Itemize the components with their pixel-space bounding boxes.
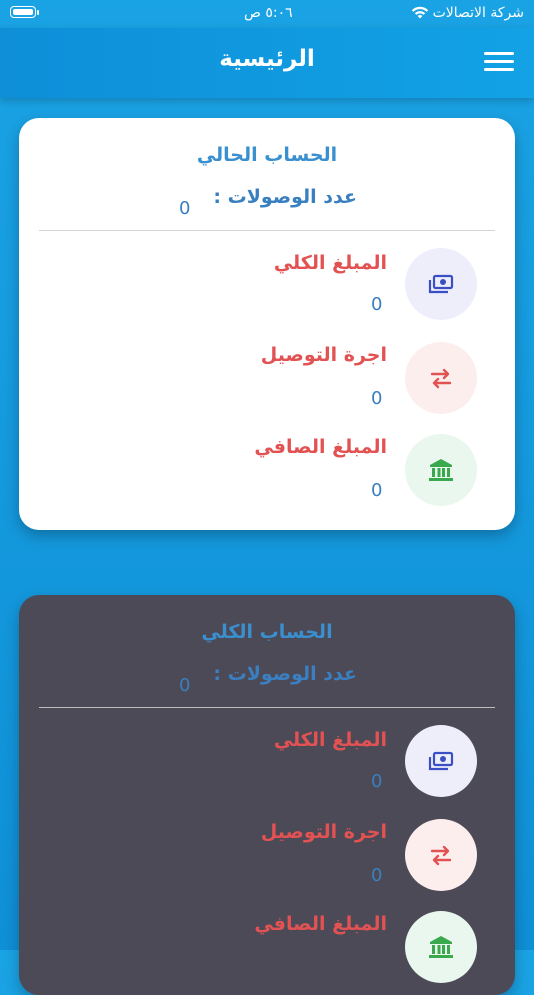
net-amount-label: المبلغ الصافي [254, 436, 387, 458]
current-account-card: الحساب الحالي عدد الوصولات : 0 المبلغ ال… [19, 118, 515, 530]
card-title: الحساب الحالي [196, 144, 338, 166]
page-title: الرئيسية [219, 46, 315, 72]
total-amount-label: المبلغ الكلي [273, 252, 387, 274]
wifi-icon [410, 4, 430, 24]
bank-icon [405, 434, 477, 506]
battery-icon [10, 6, 36, 18]
divider [39, 707, 495, 708]
money-icon [405, 725, 477, 797]
total-amount-label: المبلغ الكلي [273, 729, 387, 751]
net-amount-label: المبلغ الصافي [254, 913, 387, 935]
net-amount-value: 0 [371, 480, 383, 501]
receipts-count-value: 0 [179, 198, 191, 219]
total-amount-value: 0 [371, 294, 383, 315]
divider [39, 230, 495, 231]
status-bar: شركة الاتصالات ٥:٠٦ ص [0, 0, 534, 28]
transfer-icon [405, 342, 477, 414]
menu-icon-bar [484, 52, 514, 55]
menu-icon-bar [484, 60, 514, 63]
app-header: الرئيسية [0, 28, 534, 98]
total-account-card: الحساب الكلي عدد الوصولات : 0 المبلغ الك… [19, 595, 515, 995]
transfer-icon [405, 819, 477, 891]
delivery-fee-value: 0 [371, 865, 383, 886]
delivery-fee-label: اجرة التوصيل [260, 344, 387, 366]
menu-button[interactable] [484, 50, 514, 74]
receipts-count-label: عدد الوصولات : [213, 663, 357, 685]
receipts-count-label: عدد الوصولات : [213, 186, 357, 208]
delivery-fee-label: اجرة التوصيل [260, 821, 387, 843]
clock: ٥:٠٦ ص [244, 5, 293, 21]
receipts-count-value: 0 [179, 675, 191, 696]
carrier-name: شركة الاتصالات [432, 5, 524, 21]
card-title: الحساب الكلي [201, 621, 333, 643]
menu-icon-bar [484, 68, 514, 71]
bank-icon [405, 911, 477, 983]
money-icon [405, 248, 477, 320]
total-amount-value: 0 [371, 771, 383, 792]
delivery-fee-value: 0 [371, 388, 383, 409]
battery-tip [37, 10, 39, 15]
